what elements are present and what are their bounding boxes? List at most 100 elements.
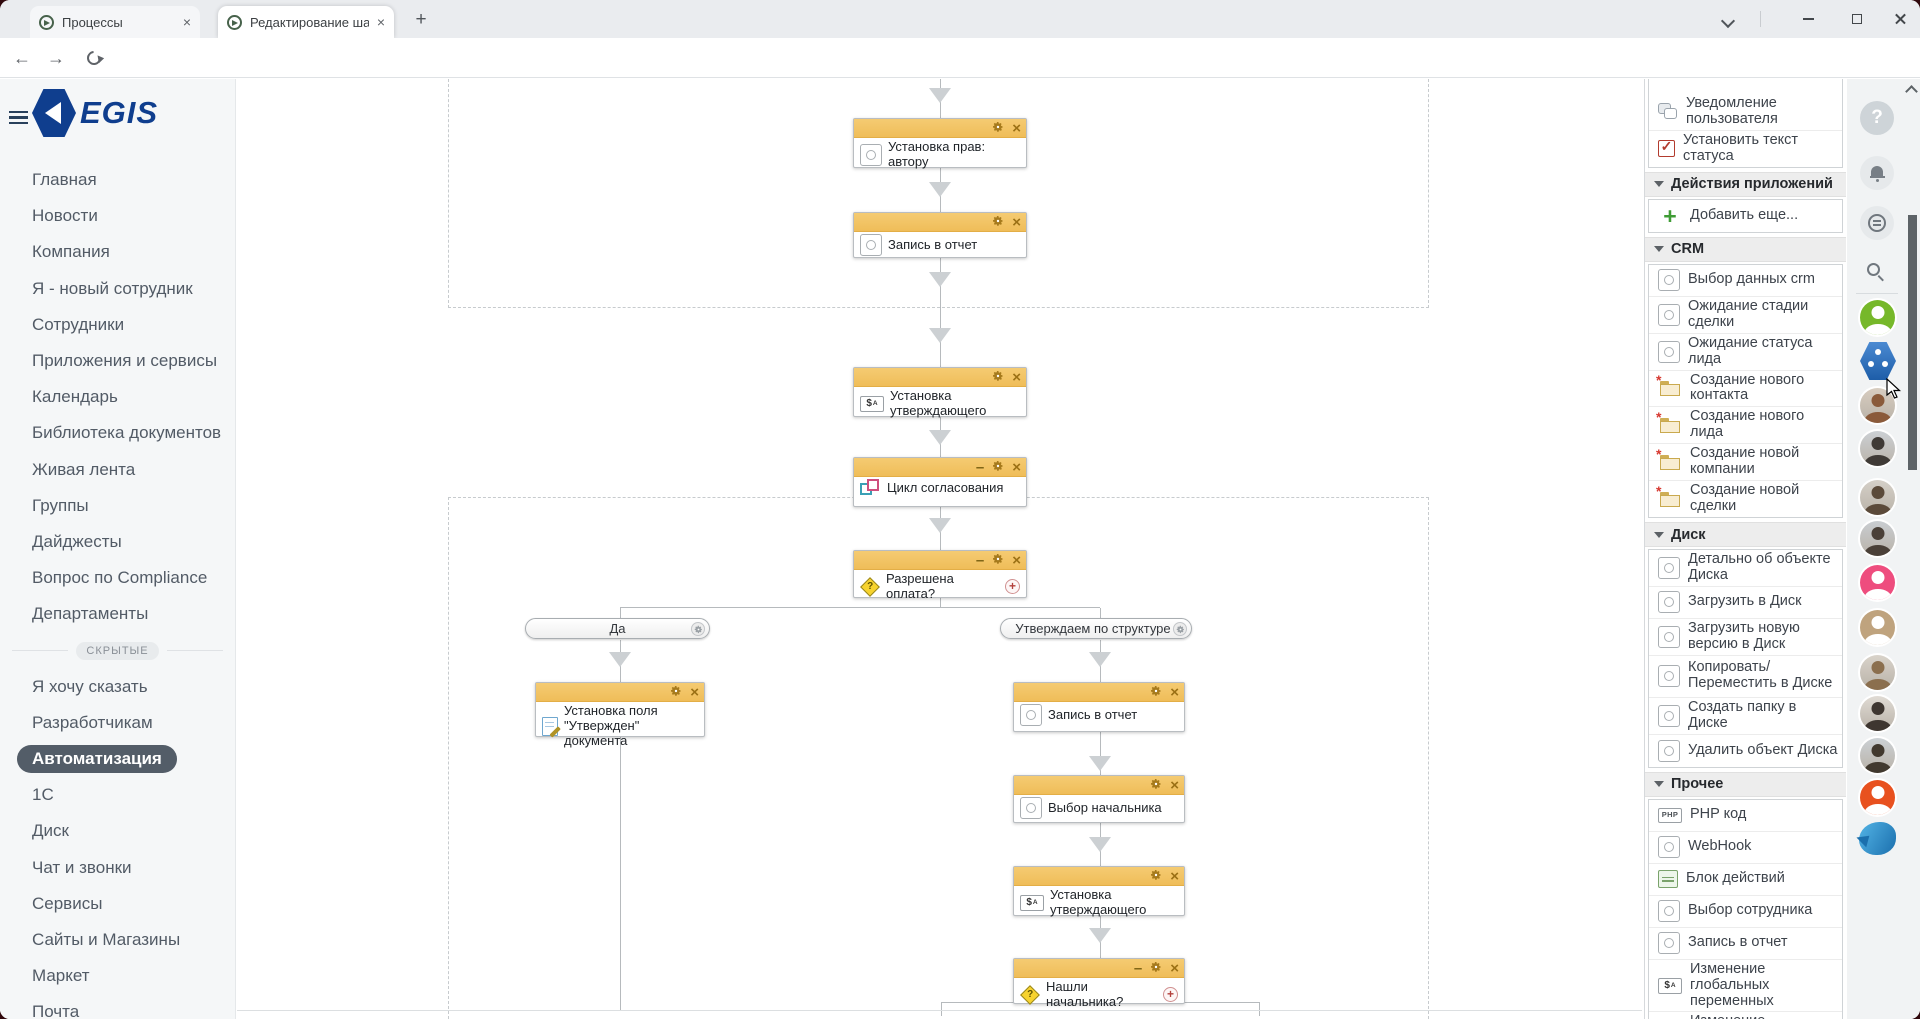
search-icon[interactable] [1860, 256, 1894, 290]
sidebar-item-сотрудники[interactable]: Сотрудники [0, 307, 235, 343]
sidebar-hamburger-icon[interactable] [9, 111, 28, 124]
window-minimize-button[interactable] [1793, 8, 1823, 30]
help-icon[interactable]: ? [1860, 101, 1894, 135]
node-settings-gear-icon[interactable] [1150, 868, 1162, 886]
node-delete-button[interactable]: × [1170, 779, 1179, 793]
workflow-node[interactable]: –×Цикл согласования [853, 457, 1027, 507]
reload-button[interactable] [82, 46, 106, 70]
user-avatar-placeholder[interactable] [1860, 780, 1895, 815]
workflow-node[interactable]: ×$AУстановка утверждающего [853, 367, 1027, 417]
sidebar-item-сайты-и-магазины[interactable]: Сайты и Магазины [0, 922, 235, 958]
activity-list-item[interactable]: Уведомление пользователя [1649, 94, 1842, 131]
user-avatar-placeholder[interactable] [1860, 610, 1895, 645]
activity-list-item[interactable]: *Создание нового лида [1649, 407, 1842, 444]
sidebar-item-диск[interactable]: Диск [0, 813, 235, 849]
workflow-node[interactable]: ×Выбор начальника [1013, 775, 1185, 823]
user-avatar[interactable] [1860, 431, 1895, 466]
tab-close-icon[interactable]: × [183, 15, 191, 29]
activity-list-item[interactable]: Создать папку в Диске [1649, 698, 1842, 735]
node-delete-button[interactable]: × [690, 686, 699, 700]
activity-list-item[interactable]: PHPPHP код [1649, 800, 1842, 832]
workflow-canvas[interactable]: ×Установка прав: автору ×Запись в отчет ×$… [237, 79, 1643, 1019]
user-avatar[interactable] [1860, 521, 1895, 556]
activity-list-item[interactable]: Выбор данных crm [1649, 265, 1842, 297]
node-header[interactable]: × [1014, 776, 1184, 795]
sidebar-item-библиотека-документов[interactable]: Библиотека документов [0, 415, 235, 451]
node-delete-button[interactable]: × [1170, 962, 1179, 976]
node-delete-button[interactable]: × [1012, 554, 1021, 568]
workflow-node[interactable]: ×$AУстановка утверждающего [1013, 866, 1185, 916]
sidebar-selected-pill[interactable]: Автоматизация [17, 745, 177, 773]
node-header[interactable]: × [536, 683, 704, 702]
sidebar-item-автоматизация[interactable]: Автоматизация [0, 741, 235, 777]
sidebar-item-департаменты[interactable]: Департаменты [0, 596, 235, 632]
node-delete-button[interactable]: × [1170, 870, 1179, 884]
node-header[interactable]: –× [854, 551, 1026, 570]
node-delete-button[interactable]: × [1012, 371, 1021, 385]
node-settings-gear-icon[interactable] [1150, 684, 1162, 702]
node-add-branch-button[interactable]: + [1163, 987, 1178, 1002]
activity-list-item[interactable]: Ожидание статуса лида [1649, 334, 1842, 371]
notifications-bell-icon[interactable] [1860, 156, 1894, 190]
activity-list-item[interactable]: Блок действий [1649, 864, 1842, 896]
sidebar-item-маркет[interactable]: Маркет [0, 958, 235, 994]
sidebar-item-новости[interactable]: Новости [0, 198, 235, 234]
workflow-node[interactable]: ×Запись в отчет [853, 212, 1027, 258]
node-settings-gear-icon[interactable] [992, 214, 1004, 232]
node-minimize-button[interactable]: – [1134, 964, 1142, 974]
workflow-node[interactable]: ×Установка прав: автору [853, 118, 1027, 168]
activities-section-header[interactable]: Диск [1645, 522, 1846, 547]
branch-title-pill[interactable]: Да [525, 618, 710, 639]
sidebar-item-разработчикам[interactable]: Разработчикам [0, 705, 235, 741]
activities-section-header[interactable]: CRM [1645, 237, 1846, 262]
browser-tab[interactable]: Процессы× [30, 6, 200, 38]
node-add-branch-button[interactable]: + [1005, 579, 1020, 594]
user-avatar-placeholder[interactable] [1860, 300, 1895, 335]
node-delete-button[interactable]: × [1012, 216, 1021, 230]
sidebar-item-группы[interactable]: Группы [0, 488, 235, 524]
workflow-node[interactable]: –×?Разрешена оплата?+ [853, 550, 1027, 598]
activity-list-item[interactable]: Запись в отчет [1649, 928, 1842, 960]
activities-section-header[interactable]: Действия приложений [1645, 172, 1846, 197]
workflow-node[interactable]: ×Установка поля "Утвержден" документа [535, 682, 705, 737]
activity-list-item[interactable]: Удалить объект Диска [1649, 735, 1842, 767]
activity-list-item[interactable]: Загрузить новую версию в Диск [1649, 619, 1842, 656]
workflow-node[interactable]: –×?Нашли начальника?+ [1013, 958, 1185, 1004]
chat-icon[interactable] [1860, 206, 1894, 240]
new-tab-button[interactable]: + [408, 7, 434, 33]
activities-section-header[interactable]: Прочее [1645, 772, 1846, 797]
node-settings-gear-icon[interactable] [992, 552, 1004, 570]
node-settings-gear-icon[interactable] [992, 459, 1004, 477]
node-settings-gear-icon[interactable] [1150, 960, 1162, 978]
sidebar-item-вопрос-по-compliance[interactable]: Вопрос по Compliance [0, 560, 235, 596]
user-avatar[interactable] [1860, 696, 1895, 731]
activity-list-item[interactable]: $AИзменение глобальных переменных [1649, 960, 1842, 1013]
sidebar-item-почта[interactable]: Почта [0, 994, 235, 1019]
node-minimize-button[interactable]: – [976, 556, 984, 566]
node-header[interactable]: × [1014, 867, 1184, 886]
sidebar-item-я-новый-сотрудник[interactable]: Я - новый сотрудник [0, 271, 235, 307]
node-delete-button[interactable]: × [1012, 122, 1021, 136]
activity-list-item[interactable]: Детально об объекте Диска [1649, 550, 1842, 587]
node-minimize-button[interactable]: – [976, 463, 984, 473]
user-avatar-placeholder[interactable] [1860, 565, 1895, 600]
node-delete-button[interactable]: × [1012, 461, 1021, 475]
node-settings-gear-icon[interactable] [992, 120, 1004, 138]
node-header[interactable]: –× [1014, 959, 1184, 978]
sidebar-item-главная[interactable]: Главная [0, 162, 235, 198]
scrollbar-up-arrow-icon[interactable] [1905, 85, 1919, 94]
org-structure-avatar[interactable] [1860, 342, 1896, 380]
back-button[interactable]: ← [10, 46, 34, 70]
tab-list-chevron-icon[interactable] [1722, 15, 1734, 27]
node-settings-gear-icon[interactable] [670, 684, 682, 702]
branch-settings-gear-icon[interactable] [691, 622, 705, 636]
activity-list-item[interactable]: WebHook [1649, 832, 1842, 864]
sidebar-item-приложения-и-сервисы[interactable]: Приложения и сервисы [0, 343, 235, 379]
node-header[interactable]: × [854, 119, 1026, 138]
browser-tab[interactable]: Редактирование шаблона биз× [218, 6, 394, 38]
sidebar-item-живая-лента[interactable]: Живая лента [0, 452, 235, 488]
user-avatar[interactable] [1860, 738, 1895, 773]
branch-settings-gear-icon[interactable] [1173, 622, 1187, 636]
activity-list-item[interactable]: $AИзменение переменных [1649, 1012, 1842, 1019]
sidebar-item-1с[interactable]: 1С [0, 777, 235, 813]
